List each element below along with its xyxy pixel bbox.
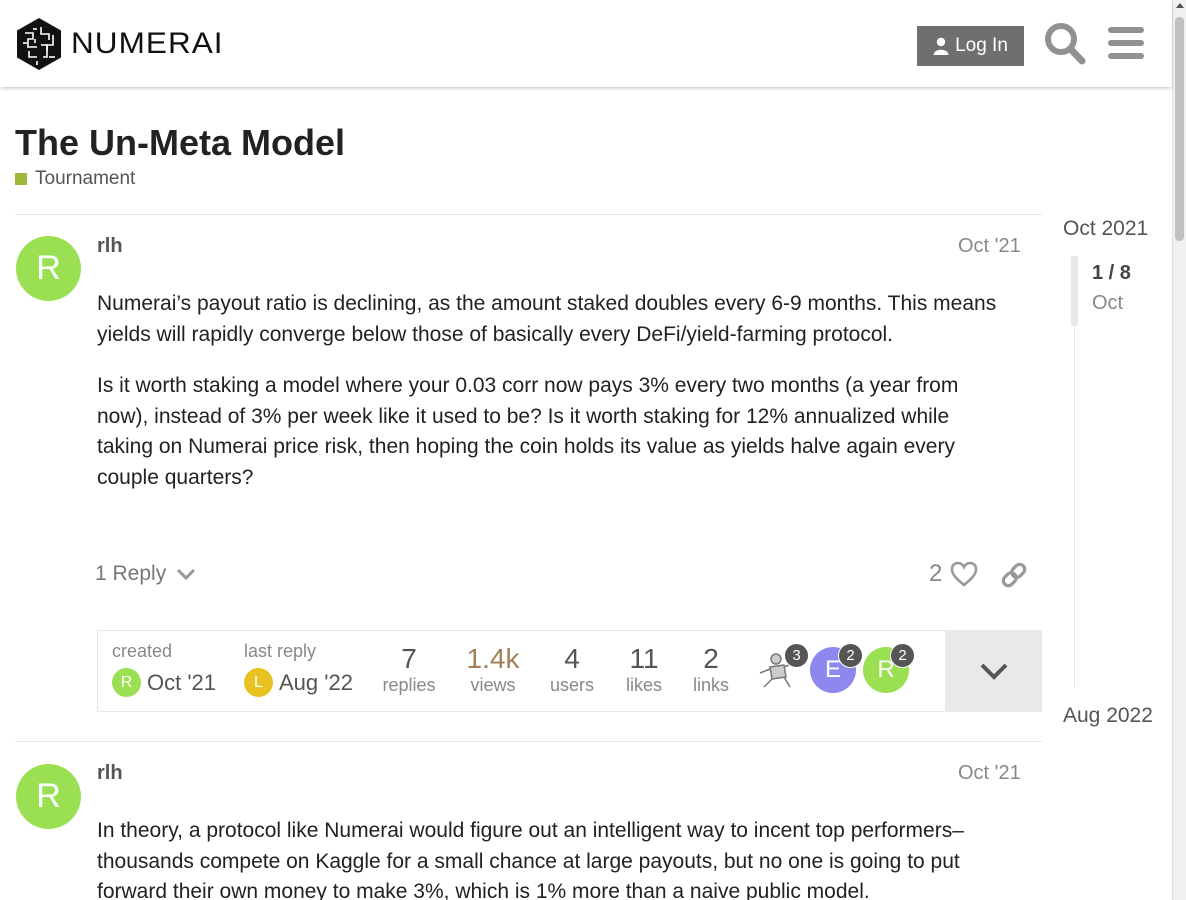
stat-label: replies bbox=[382, 675, 436, 695]
stat-replies: 7 replies bbox=[379, 643, 439, 696]
stat-label: users bbox=[549, 675, 594, 695]
scroll-up-arrow[interactable] bbox=[1176, 3, 1184, 8]
participant-avatar[interactable]: R 2 bbox=[863, 643, 915, 693]
chevron-down-icon bbox=[177, 568, 196, 581]
created-avatar: R bbox=[112, 668, 141, 697]
timeline-start-date[interactable]: Oct 2021 bbox=[1063, 217, 1148, 241]
category-color-swatch bbox=[15, 173, 27, 185]
stat-number: 2 bbox=[703, 643, 719, 674]
numerai-logo-icon bbox=[17, 18, 61, 70]
divider bbox=[15, 741, 1042, 742]
search-icon bbox=[1045, 23, 1086, 65]
topic-last-reply[interactable]: last reply L Aug '22 bbox=[244, 641, 353, 697]
site-logo[interactable]: NUMERAI bbox=[15, 17, 223, 71]
link-icon bbox=[1001, 562, 1027, 588]
chevron-down-icon bbox=[980, 663, 1007, 680]
stat-label: links bbox=[692, 675, 729, 695]
post-paragraph: Is it worth staking a model where your 0… bbox=[97, 374, 959, 489]
stat-number: 1.4k bbox=[466, 643, 520, 674]
post-paragraph: Numerai’s payout ratio is declining, as … bbox=[97, 292, 997, 346]
created-label: created bbox=[112, 641, 173, 661]
post-paragraph: In theory, a protocol like Numerai would… bbox=[97, 819, 964, 900]
scroll-thumb[interactable] bbox=[1175, 17, 1184, 241]
replies-toggle-button[interactable]: 1 Reply bbox=[95, 562, 196, 586]
timeline-current-date: Oct bbox=[1092, 292, 1124, 314]
search-button[interactable] bbox=[1043, 20, 1087, 66]
logo-text: NUMERAI bbox=[71, 27, 224, 60]
stat-views: 1.4k views bbox=[460, 643, 526, 696]
last-reply-avatar: L bbox=[244, 668, 273, 697]
category-badge[interactable]: Tournament bbox=[15, 168, 135, 190]
topic-map: created R Oct '21 last reply L Aug '22 7… bbox=[97, 630, 1042, 712]
last-reply-date: Aug '22 bbox=[279, 669, 353, 695]
like-count: 2 bbox=[929, 560, 943, 587]
post-avatar[interactable]: R bbox=[16, 764, 81, 829]
category-name: Tournament bbox=[35, 168, 136, 189]
last-reply-label: last reply bbox=[244, 641, 317, 661]
hamburger-menu-icon bbox=[1108, 27, 1144, 59]
site-header: NUMERAI Log In bbox=[0, 0, 1172, 87]
participant-avatar[interactable]: E 2 bbox=[810, 643, 863, 693]
post-body: Numerai’s payout ratio is declining, as … bbox=[97, 289, 1007, 514]
login-button[interactable]: Log In bbox=[917, 26, 1024, 66]
post-body: In theory, a protocol like Numerai would… bbox=[97, 816, 1007, 900]
timeline-handle[interactable] bbox=[1071, 256, 1078, 326]
created-date: Oct '21 bbox=[147, 669, 217, 695]
divider bbox=[15, 214, 1042, 215]
timeline-end-date[interactable]: Aug 2022 bbox=[1063, 704, 1153, 728]
participant-post-count: 3 bbox=[784, 643, 809, 668]
stat-number: 11 bbox=[629, 643, 659, 674]
post-username[interactable]: rlh bbox=[97, 235, 123, 258]
login-label: Log In bbox=[955, 35, 1008, 56]
post-username[interactable]: rlh bbox=[97, 762, 123, 785]
stat-number: 4 bbox=[564, 643, 580, 674]
page: NUMERAI Log In The Un-Meta Model Tournam… bbox=[0, 0, 1186, 900]
share-link-button[interactable] bbox=[1000, 560, 1028, 595]
heart-icon bbox=[951, 561, 978, 587]
timeline-position: 1 / 8 bbox=[1092, 262, 1131, 284]
page-scrollbar[interactable] bbox=[1172, 0, 1186, 900]
participant-avatar[interactable]: 3 bbox=[756, 643, 809, 693]
stat-label: views bbox=[470, 675, 516, 695]
topic-title[interactable]: The Un-Meta Model bbox=[15, 122, 345, 164]
post-avatar[interactable]: R bbox=[16, 236, 81, 301]
reply-count: 1 Reply bbox=[95, 562, 167, 585]
topic-map-expand-button[interactable] bbox=[945, 631, 1042, 711]
topic-created[interactable]: created R Oct '21 bbox=[112, 641, 216, 697]
stat-likes: 11 likes bbox=[619, 643, 669, 696]
stat-number: 7 bbox=[401, 643, 417, 674]
stat-label: likes bbox=[625, 675, 662, 695]
like-button[interactable]: 2 bbox=[929, 560, 978, 588]
post-date[interactable]: Oct '21 bbox=[958, 235, 1021, 258]
post-date[interactable]: Oct '21 bbox=[958, 762, 1021, 785]
participant-post-count: 2 bbox=[838, 643, 863, 668]
participant-post-count: 2 bbox=[890, 643, 915, 668]
menu-button[interactable] bbox=[1104, 20, 1148, 66]
stat-users: 4 users bbox=[542, 643, 602, 696]
stat-links: 2 links bbox=[686, 643, 736, 696]
user-icon bbox=[933, 37, 949, 55]
